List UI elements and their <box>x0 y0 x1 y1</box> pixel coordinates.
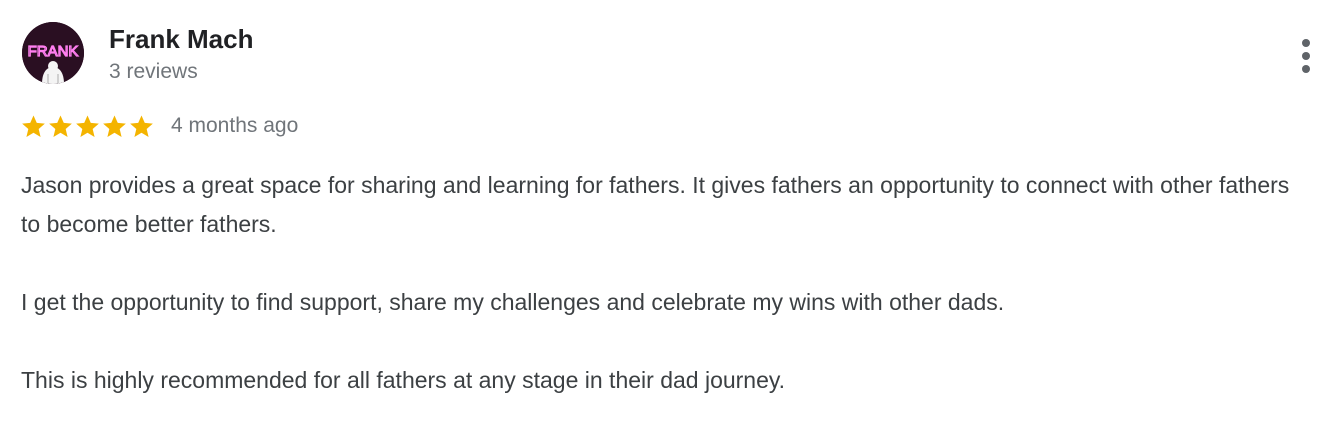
avatar[interactable]: FRANK <box>22 22 84 84</box>
review-paragraph: This is highly recommended for all fathe… <box>21 367 786 393</box>
star-icon <box>103 114 126 137</box>
review-card: FRANK Frank Mach 3 reviews 4 months ago … <box>0 0 1342 428</box>
star-icon <box>49 114 72 137</box>
reviewer-name[interactable]: Frank Mach <box>109 24 254 54</box>
star-icon <box>130 114 153 137</box>
review-paragraph: I get the opportunity to find support, s… <box>21 289 1005 315</box>
review-count: 3 reviews <box>109 60 198 83</box>
avatar-logo-text: FRANK <box>28 43 79 60</box>
rating-row: 4 months ago <box>20 112 298 140</box>
review-date: 4 months ago <box>171 114 299 137</box>
star-rating <box>20 113 155 140</box>
review-text: Jason provides a great space for sharing… <box>21 166 1291 428</box>
star-icon <box>76 114 99 137</box>
star-icon <box>22 114 45 137</box>
more-options-button[interactable] <box>1290 36 1324 76</box>
review-paragraph: Jason provides a great space for sharing… <box>21 172 1290 237</box>
